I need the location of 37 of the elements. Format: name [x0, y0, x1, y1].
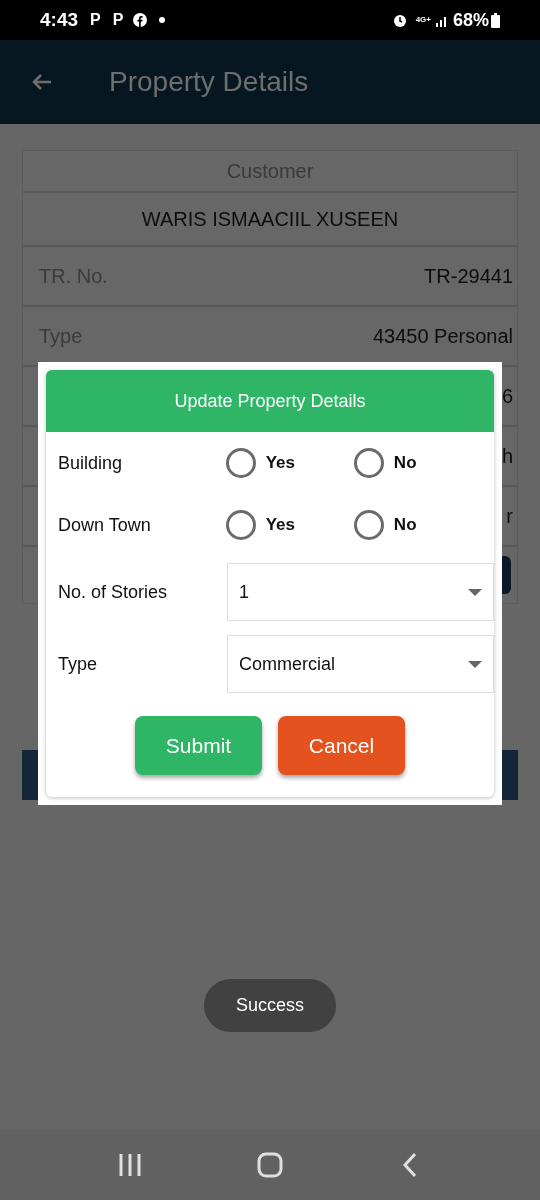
field-label: Type: [58, 652, 99, 676]
facebook-icon: [133, 13, 148, 27]
toast-message: Success: [204, 979, 336, 1032]
field-label: No. of Stories: [58, 580, 169, 604]
radio-button[interactable]: [353, 510, 384, 540]
alarm-icon: [391, 12, 408, 28]
row-value: h: [501, 444, 513, 469]
row-value: r: [506, 504, 513, 529]
dropdown[interactable]: 1: [227, 563, 494, 621]
notification-icon: P: [90, 8, 101, 32]
dot-icon: [159, 17, 166, 23]
customer-name: WARIS ISMAACIIL XUSEEN: [23, 193, 517, 247]
row-value: 43450 Personal: [372, 324, 513, 349]
radio-label: Yes: [265, 452, 296, 475]
dialog-button[interactable]: Cancel: [278, 716, 405, 775]
field-label: Down Town: [58, 513, 152, 537]
battery-icon: [491, 12, 500, 28]
radio-button[interactable]: [225, 448, 256, 478]
network-label: 4G+: [415, 16, 431, 24]
page-title: Property Details: [109, 65, 309, 99]
battery-percent: 68%: [452, 8, 489, 32]
home-icon[interactable]: [257, 1152, 283, 1178]
dropdown-caret-icon: [468, 660, 482, 668]
row-value: 6: [501, 384, 513, 409]
row-value: TR-29441: [424, 264, 513, 289]
status-time: 4:43: [40, 7, 79, 32]
notification-icon: P: [112, 8, 124, 32]
recent-apps-icon[interactable]: [117, 1152, 143, 1178]
radio-label: No: [393, 514, 417, 537]
radio-label: Yes: [265, 514, 296, 537]
field-label: Building: [58, 451, 124, 475]
radio-label: No: [393, 452, 417, 475]
radio-button[interactable]: [225, 510, 256, 540]
dialog-title: Update Property Details: [46, 370, 494, 432]
dropdown[interactable]: Commercial: [227, 635, 494, 693]
radio-button[interactable]: [353, 448, 384, 478]
dropdown-caret-icon: [468, 588, 482, 596]
